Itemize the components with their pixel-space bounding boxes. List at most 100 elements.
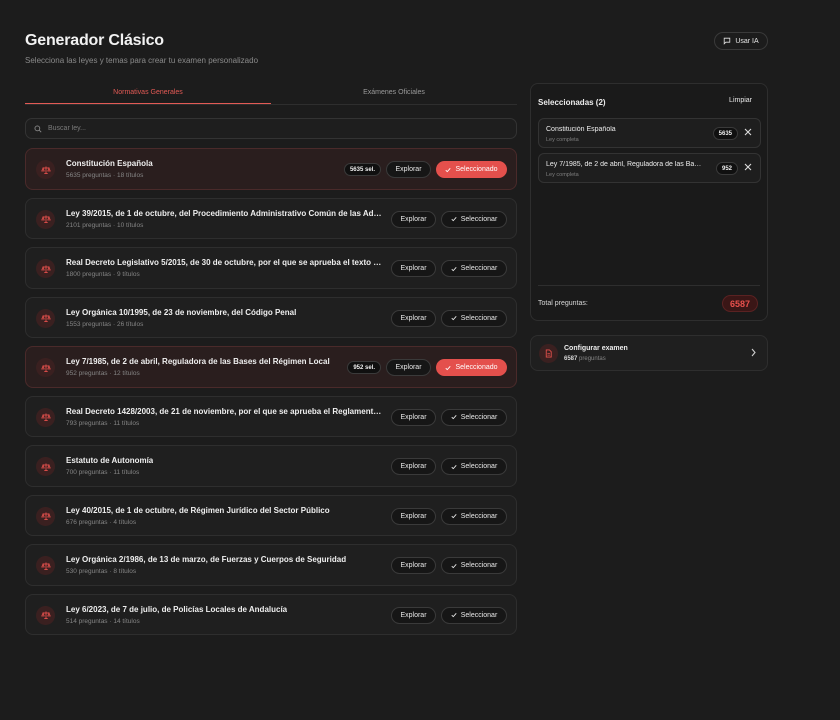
law-row[interactable]: Ley 6/2023, de 7 de julio, de Policías L… <box>25 593 517 635</box>
law-row[interactable]: Real Decreto Legislativo 5/2015, de 30 d… <box>25 247 517 289</box>
tab-normativas-generales[interactable]: Normativas Generales <box>25 84 271 104</box>
explore-button[interactable]: Explorar <box>391 309 436 327</box>
explore-button[interactable]: Explorar <box>391 458 436 475</box>
law-meta: 2101 preguntas · 10 títulos <box>66 221 144 229</box>
law-title: Ley Orgánica 2/1986, de 13 de marzo, de … <box>66 555 347 564</box>
law-actions: Explorar Seleccionar <box>391 309 507 327</box>
select-button-label: Seleccionar <box>460 611 498 619</box>
configure-exam-count: 6587 preguntas <box>564 356 606 362</box>
selected-law-item: Constitución Española Ley completa 5635 <box>538 118 761 148</box>
law-list: Constitución Española 5635 preguntas · 18… <box>25 148 517 643</box>
law-meta: 530 preguntas · 8 títulos <box>66 568 137 575</box>
configure-exam-count-value: 6587 <box>564 356 578 362</box>
check-icon <box>445 167 452 172</box>
select-button[interactable]: Seleccionado <box>436 161 507 178</box>
law-row[interactable]: Ley Orgánica 2/1986, de 13 de marzo, de … <box>25 544 517 586</box>
law-row[interactable]: Real Decreto 1428/2003, de 21 de noviemb… <box>25 395 517 437</box>
check-icon <box>451 415 457 420</box>
explore-button[interactable]: Explorar <box>391 606 436 624</box>
explore-button[interactable]: Explorar <box>391 557 436 574</box>
check-icon <box>451 217 457 222</box>
explore-button[interactable]: Explorar <box>391 210 436 228</box>
select-button-label: Seleccionar <box>460 215 498 223</box>
search-icon <box>34 125 42 133</box>
search-bar <box>25 118 517 139</box>
tab-bar: Normativas Generales Exámenes Oficiales <box>25 84 517 105</box>
law-title: Estatuto de Autonomía <box>66 456 154 465</box>
chevron-right-icon <box>751 348 756 357</box>
select-button-label: Seleccionar <box>460 463 498 470</box>
law-row[interactable]: Constitución Española 5635 preguntas · 18… <box>25 148 517 190</box>
explore-button[interactable]: Explorar <box>386 161 431 178</box>
law-row[interactable]: Estatuto de Autonomía 700 preguntas · 11 … <box>25 445 517 487</box>
select-button-label: Seleccionado <box>455 364 498 371</box>
law-meta: 793 preguntas · 11 títulos <box>66 419 140 427</box>
law-title: Ley 6/2023, de 7 de julio, de Policías L… <box>66 604 288 614</box>
chat-icon <box>724 37 731 45</box>
law-meta: 514 preguntas · 14 títulos <box>66 617 140 625</box>
check-icon <box>451 613 457 618</box>
explore-button[interactable]: Explorar <box>391 507 436 525</box>
page-title: Generador Clásico <box>25 32 164 49</box>
select-button[interactable]: Seleccionar <box>441 408 507 426</box>
use-ai-label: Usar IA <box>735 37 759 45</box>
selected-law-scope: Ley completa <box>546 137 579 143</box>
scale-icon <box>36 556 55 575</box>
clear-selection-button[interactable]: Limpiar <box>729 97 752 104</box>
use-ai-button[interactable]: Usar IA <box>714 32 768 50</box>
explore-button[interactable]: Explorar <box>391 260 436 277</box>
remove-icon[interactable] <box>744 128 752 136</box>
law-title: Real Decreto 1428/2003, de 21 de noviemb… <box>66 406 384 416</box>
scale-icon <box>36 308 55 328</box>
configure-exam-title: Configurar examen <box>564 345 628 352</box>
search-input[interactable] <box>48 125 488 132</box>
select-button[interactable]: Seleccionar <box>441 507 507 525</box>
law-actions: Explorar Seleccionar <box>391 408 507 426</box>
selected-count-badge: 5635 sel. <box>343 163 381 176</box>
law-meta: 1800 preguntas · 9 títulos <box>66 271 140 278</box>
scale-icon <box>36 506 55 526</box>
select-button[interactable]: Seleccionado <box>436 359 507 376</box>
select-button[interactable]: Seleccionar <box>441 260 507 277</box>
remove-icon[interactable] <box>744 163 752 171</box>
select-button[interactable]: Seleccionar <box>441 557 507 574</box>
law-row[interactable]: Ley 40/2015, de 1 de octubre, de Régimen… <box>25 494 517 536</box>
configure-exam-card[interactable]: Configurar examen 6587 preguntas <box>530 335 768 371</box>
law-row[interactable]: Ley Orgánica 10/1995, de 23 de noviembre… <box>25 296 517 338</box>
scale-icon <box>36 457 55 476</box>
law-row[interactable]: Ley 7/1985, de 2 de abril, Reguladora de… <box>25 346 517 388</box>
select-button[interactable]: Seleccionar <box>441 210 507 228</box>
scale-icon <box>36 209 55 229</box>
check-icon <box>451 464 457 469</box>
law-title: Real Decreto Legislativo 5/2015, de 30 d… <box>66 258 384 267</box>
select-button-label: Seleccionado <box>455 166 498 173</box>
check-icon <box>451 514 457 519</box>
selected-law-title: Ley 7/1985, de 2 de abril, Reguladora de… <box>546 161 704 168</box>
select-button[interactable]: Seleccionar <box>441 309 507 327</box>
selected-law-title: Constitución Española <box>546 126 616 133</box>
scale-icon <box>36 407 55 427</box>
check-icon <box>445 365 452 370</box>
scale-icon <box>36 259 55 278</box>
law-title: Ley 39/2015, de 1 de octubre, del Proced… <box>66 208 384 218</box>
law-meta: 700 preguntas · 11 títulos <box>66 469 140 476</box>
total-questions-label: Total preguntas: <box>538 300 588 307</box>
law-row[interactable]: Ley 39/2015, de 1 de octubre, del Proced… <box>25 197 517 239</box>
law-title: Ley 7/1985, de 2 de abril, Reguladora de… <box>66 357 330 366</box>
select-button[interactable]: Seleccionar <box>441 458 507 475</box>
total-questions-value: 6587 <box>721 295 758 312</box>
check-icon <box>451 563 457 568</box>
select-button-label: Seleccionar <box>460 562 498 569</box>
law-actions: 952 sel. Explorar Seleccionado <box>347 359 507 376</box>
law-actions: Explorar Seleccionar <box>391 458 507 475</box>
explore-button[interactable]: Explorar <box>386 359 431 376</box>
select-button[interactable]: Seleccionar <box>441 606 507 624</box>
law-actions: Explorar Seleccionar <box>391 557 507 574</box>
law-actions: Explorar Seleccionar <box>391 507 507 525</box>
selected-law-scope: Ley completa <box>546 172 579 178</box>
law-meta: 952 preguntas · 12 títulos <box>66 370 140 377</box>
tab-examenes-oficiales[interactable]: Exámenes Oficiales <box>271 84 517 104</box>
scale-icon <box>36 605 55 625</box>
explore-button[interactable]: Explorar <box>391 408 436 426</box>
law-title: Ley 40/2015, de 1 de octubre, de Régimen… <box>66 505 330 515</box>
